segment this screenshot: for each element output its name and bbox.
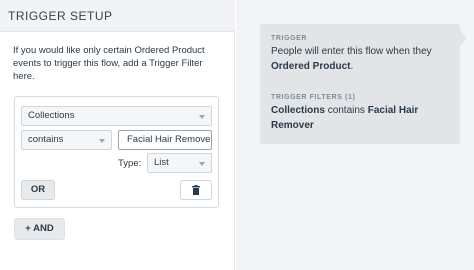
trigger-prefix: People will enter this flow when they	[271, 46, 432, 57]
add-and-button[interactable]: + AND	[14, 218, 65, 240]
property-select[interactable]: Collections	[21, 106, 212, 126]
trash-icon	[192, 185, 200, 195]
operator-select[interactable]: contains	[21, 130, 112, 150]
trigger-filter-summary: Collections contains Facial Hair Remover	[271, 103, 456, 133]
trigger-summary-card: TRIGGER People will enter this flow when…	[260, 24, 460, 144]
type-select[interactable]: List	[147, 153, 212, 173]
trigger-label: TRIGGER	[271, 35, 308, 42]
chevron-down-icon	[99, 139, 105, 143]
trigger-suffix: .	[350, 61, 354, 72]
trigger-summary-panel: TRIGGER People will enter this flow when…	[236, 0, 474, 270]
filter-value-input[interactable]: Facial Hair Remove	[118, 130, 212, 150]
trigger-description: People will enter this flow when they Or…	[271, 44, 456, 74]
property-select-value: Collections	[28, 110, 75, 121]
delete-filter-button[interactable]	[180, 180, 212, 200]
intro-text: If you would like only certain Ordered P…	[13, 45, 205, 82]
type-select-value: List	[154, 157, 169, 168]
type-label: Type:	[118, 158, 142, 169]
operator-select-value: contains	[28, 134, 64, 145]
filter-summary-operator: contains	[327, 105, 365, 116]
panel-title: TRIGGER SETUP	[8, 9, 113, 23]
chevron-down-icon	[199, 162, 205, 166]
filter-summary-property: Collections	[271, 105, 325, 116]
panel-header: TRIGGER SETUP	[0, 0, 235, 32]
trigger-setup-panel: TRIGGER SETUP If you would like only cer…	[0, 0, 235, 270]
trigger-filter-box: Collections contains Facial Hair Remove …	[14, 96, 219, 208]
trigger-filters-label: TRIGGER FILTERS (1)	[271, 94, 356, 101]
card-pointer	[460, 30, 467, 46]
trigger-event: Ordered Product	[271, 61, 351, 72]
chevron-down-icon	[199, 115, 205, 119]
or-button[interactable]: OR	[21, 180, 55, 200]
